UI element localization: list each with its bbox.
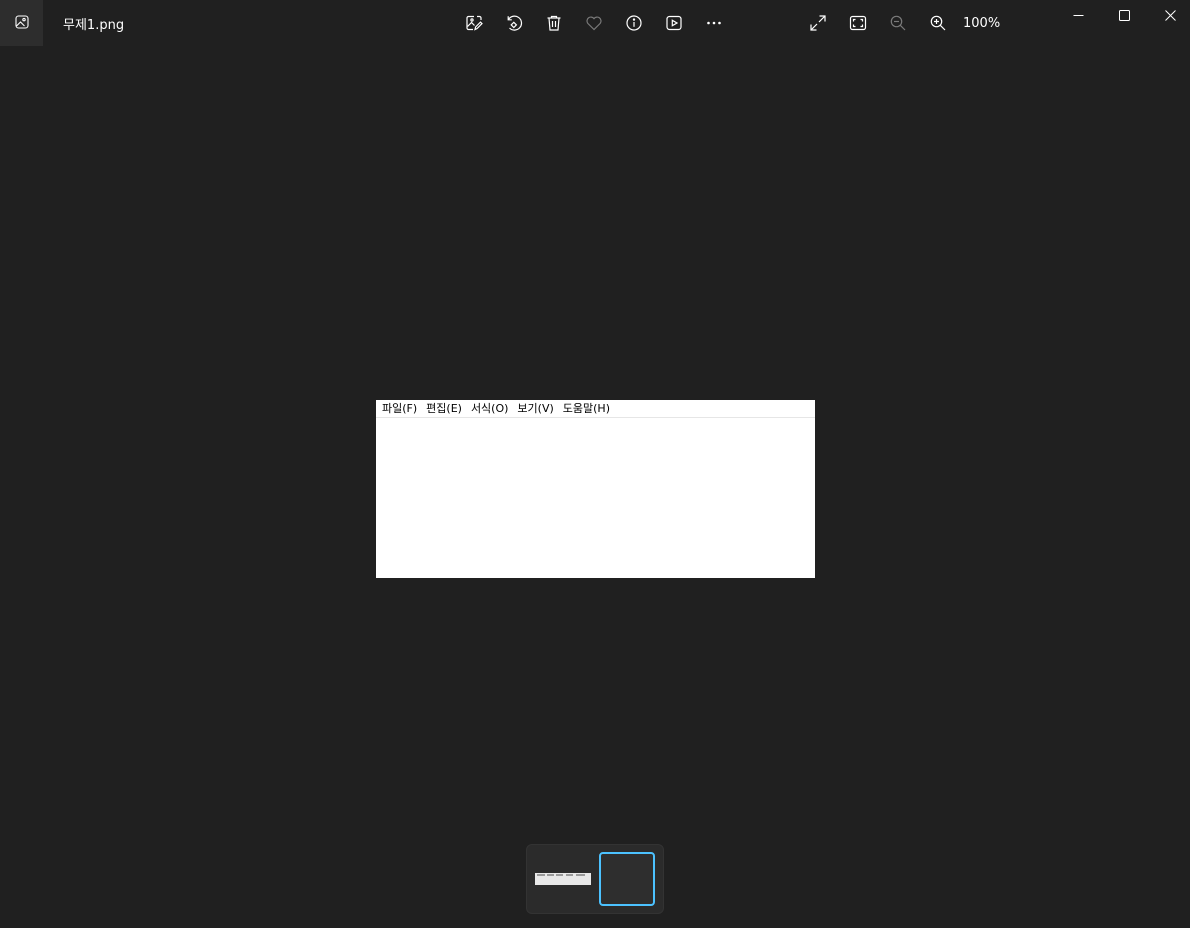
rotate-button[interactable] bbox=[501, 10, 527, 36]
favorite-icon bbox=[585, 14, 603, 32]
image-menu-file: 파일(F) bbox=[382, 401, 418, 415]
photos-app-window: 무제1.png 100% 파일(F) 편집(E) 서식(O) 보기(V) 도움말… bbox=[0, 0, 1190, 928]
image-menu-edit: 편집(E) bbox=[426, 401, 462, 415]
close-button[interactable] bbox=[1147, 0, 1190, 30]
edit-image-icon bbox=[465, 14, 483, 32]
minimize-icon bbox=[1073, 6, 1084, 25]
close-icon bbox=[1164, 6, 1176, 25]
full-screen-button[interactable] bbox=[805, 10, 831, 36]
favorite-button[interactable] bbox=[581, 10, 607, 36]
full-screen-icon bbox=[809, 14, 827, 32]
displayed-image: 파일(F) 편집(E) 서식(O) 보기(V) 도움말(H) bbox=[376, 400, 815, 578]
zoom-out-button[interactable] bbox=[885, 10, 911, 36]
image-menu-help: 도움말(H) bbox=[562, 401, 610, 415]
rotate-icon bbox=[505, 14, 523, 32]
thumbnail-preview-image bbox=[535, 873, 591, 885]
edit-image-button[interactable] bbox=[461, 10, 487, 36]
fit-to-window-button[interactable] bbox=[845, 10, 871, 36]
info-icon bbox=[625, 14, 643, 32]
slideshow-button[interactable] bbox=[661, 10, 687, 36]
filmstrip-thumbnail[interactable] bbox=[534, 853, 592, 905]
zoom-out-icon bbox=[889, 14, 907, 32]
fit-to-window-icon bbox=[849, 14, 867, 32]
info-button[interactable] bbox=[621, 10, 647, 36]
more-options-button[interactable] bbox=[701, 10, 727, 36]
file-name: 무제1.png bbox=[63, 18, 125, 33]
maximize-icon bbox=[1118, 6, 1130, 25]
image-menu-view: 보기(V) bbox=[517, 401, 554, 415]
delete-icon bbox=[545, 14, 563, 32]
zoom-in-button[interactable] bbox=[925, 10, 951, 36]
filmstrip bbox=[526, 844, 664, 914]
photos-app-icon bbox=[14, 14, 29, 33]
zoom-level-text[interactable]: 100% bbox=[963, 16, 1000, 31]
delete-button[interactable] bbox=[541, 10, 567, 36]
image-notepad-menubar: 파일(F) 편집(E) 서식(O) 보기(V) 도움말(H) bbox=[376, 400, 815, 418]
title-bar: 무제1.png 100% bbox=[0, 0, 1190, 46]
image-menu-format: 서식(O) bbox=[470, 401, 509, 415]
slideshow-icon bbox=[665, 14, 683, 32]
zoom-in-icon bbox=[929, 14, 947, 32]
maximize-button[interactable] bbox=[1101, 0, 1147, 30]
minimize-button[interactable] bbox=[1055, 0, 1101, 30]
more-icon bbox=[705, 14, 723, 32]
filmstrip-thumbnail-selected[interactable] bbox=[599, 852, 655, 906]
app-icon-button[interactable] bbox=[0, 0, 43, 46]
